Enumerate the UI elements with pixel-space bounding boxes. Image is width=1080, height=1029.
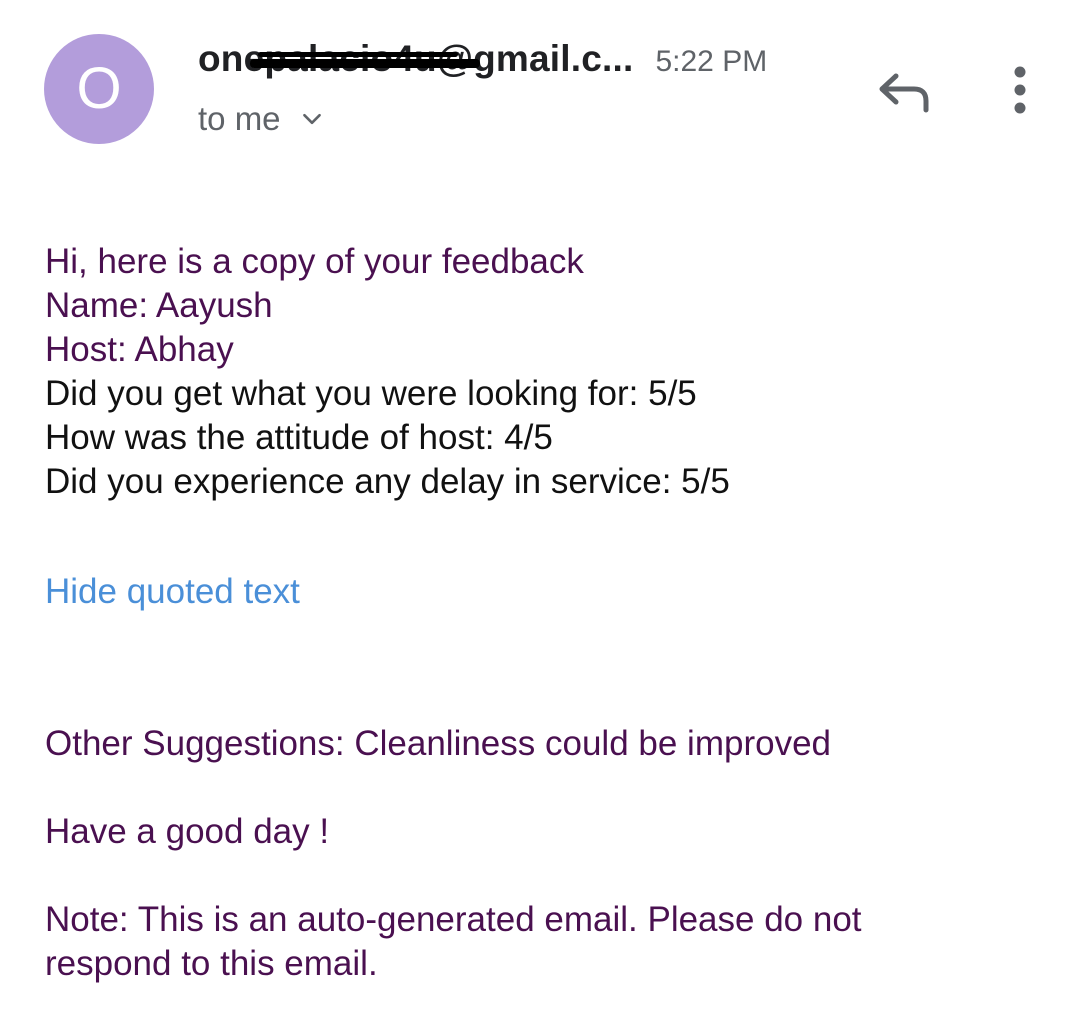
recipient-label: to me xyxy=(198,100,281,137)
hide-quoted-text-link[interactable]: Hide quoted text xyxy=(45,570,300,614)
feedback-question-3: Did you experience any delay in service:… xyxy=(45,462,730,501)
feedback-question-2: How was the attitude of host: 4/5 xyxy=(45,418,553,457)
sender-address[interactable]: onepalacio4u@gmail.c... xyxy=(198,38,633,80)
name-line: Name: Aayush xyxy=(45,286,273,325)
host-line: Host: Abhay xyxy=(45,330,234,369)
redaction-mark xyxy=(250,59,480,68)
note-line-2: respond to this email. xyxy=(45,944,378,983)
greeting-text: Hi, here is a copy of your feedback xyxy=(45,242,584,281)
sender-avatar[interactable]: O xyxy=(44,34,154,144)
email-time: 5:22 PM xyxy=(655,45,768,78)
suggestions-text: Other Suggestions: Cleanliness could be … xyxy=(45,724,831,763)
recipient-toggle[interactable]: to me xyxy=(198,100,325,138)
reply-icon[interactable] xyxy=(874,66,934,116)
sign-off-text: Have a good day ! xyxy=(45,812,330,851)
feedback-question-1: Did you get what you were looking for: 5… xyxy=(45,374,697,413)
redaction-mark xyxy=(258,52,458,57)
chevron-down-icon xyxy=(302,113,321,125)
sender-line: onepalacio4u@gmail.c... 5:22 PM xyxy=(198,38,767,88)
note-line-1: Note: This is an auto-generated email. P… xyxy=(45,900,862,939)
more-vert-icon[interactable] xyxy=(1000,64,1040,120)
